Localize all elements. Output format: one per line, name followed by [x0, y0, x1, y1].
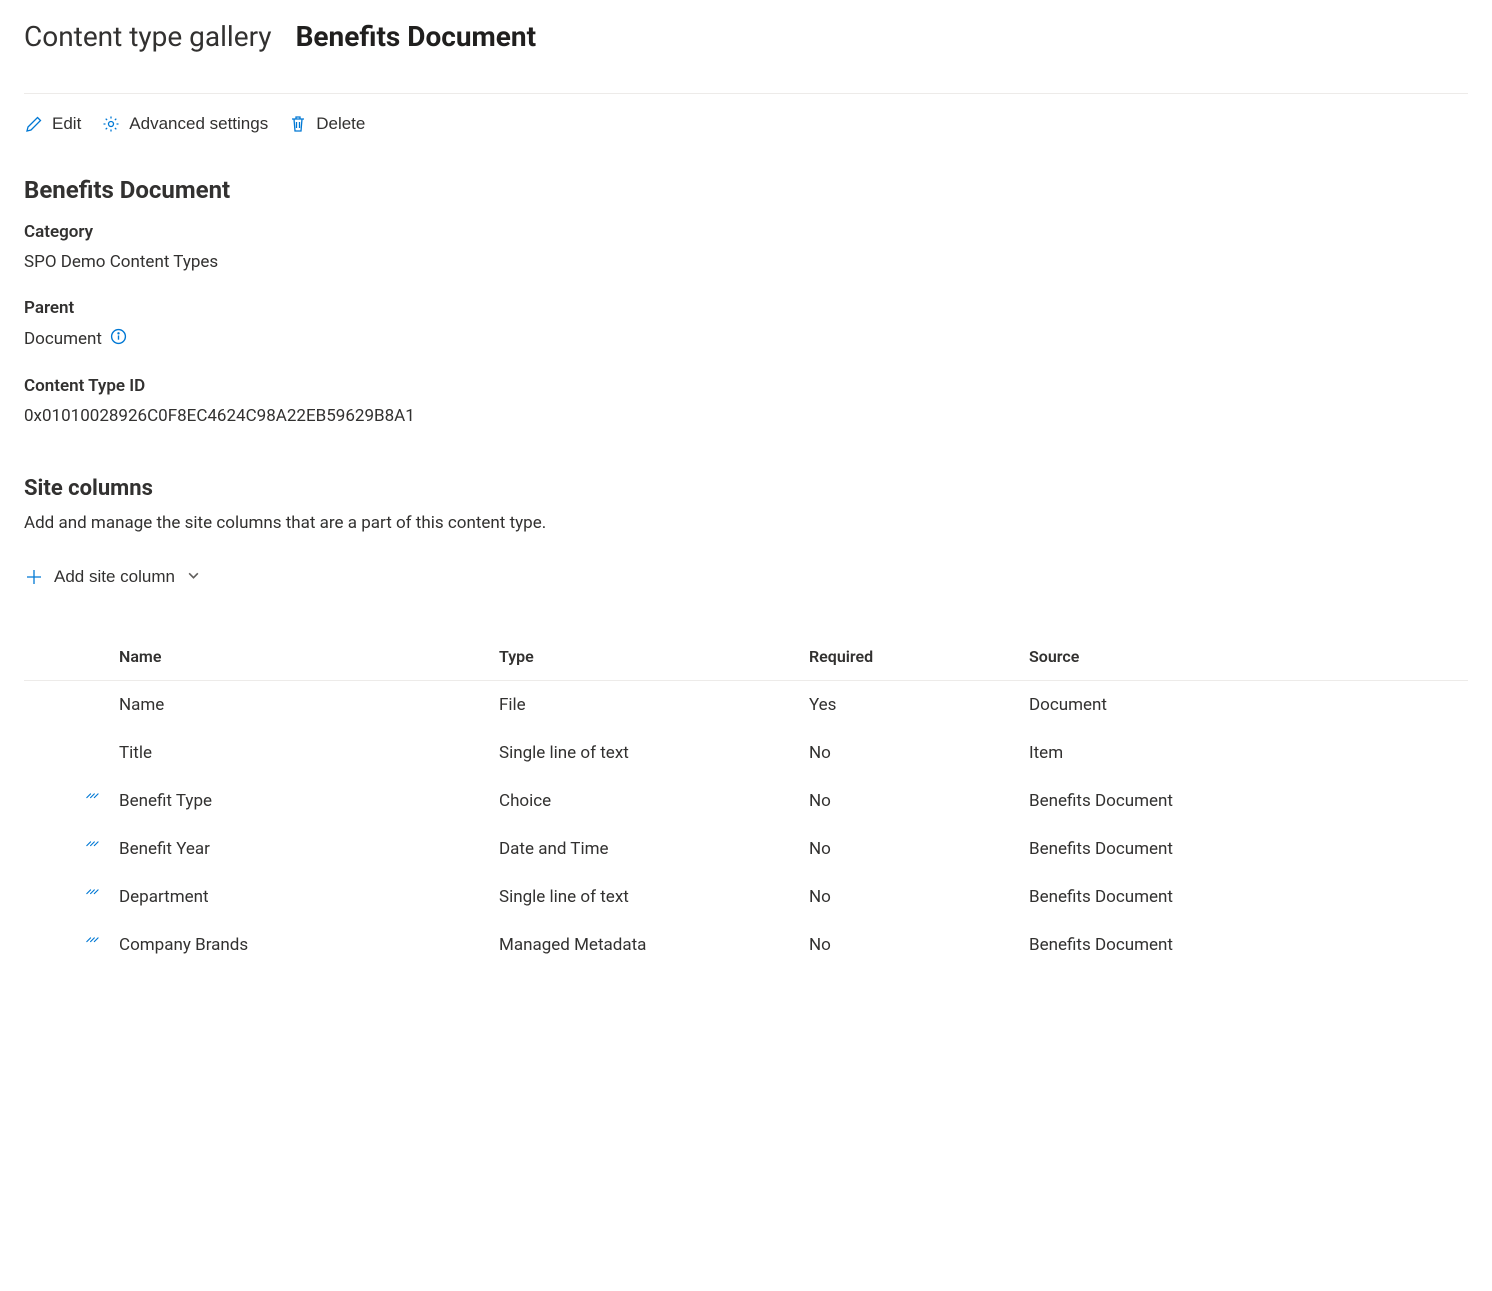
- row-name[interactable]: Benefit Type: [109, 777, 489, 825]
- row-name[interactable]: Department: [109, 873, 489, 921]
- advanced-settings-label: Advanced settings: [129, 114, 268, 134]
- edit-button[interactable]: Edit: [24, 112, 81, 136]
- site-columns-heading: Site columns: [24, 476, 1468, 501]
- column-header-icon: [24, 633, 109, 681]
- parent-value-row: Document: [24, 328, 1468, 350]
- plus-icon: [24, 567, 44, 587]
- breadcrumb: Content type gallery Benefits Document: [24, 20, 1468, 53]
- table-row[interactable]: DepartmentSingle line of textNoBenefits …: [24, 873, 1468, 921]
- breadcrumb-parent-link[interactable]: Content type gallery: [24, 20, 272, 53]
- row-new-indicator: [24, 873, 109, 921]
- column-header-name[interactable]: Name: [109, 633, 489, 681]
- row-new-indicator: [24, 729, 109, 777]
- row-required: Yes: [799, 681, 1019, 730]
- add-site-column-button[interactable]: Add site column: [24, 561, 200, 593]
- delete-label: Delete: [316, 114, 365, 134]
- trash-icon: [288, 114, 308, 134]
- row-required: No: [799, 921, 1019, 969]
- row-new-indicator: [24, 921, 109, 969]
- info-icon[interactable]: [110, 328, 127, 350]
- table-row[interactable]: Company BrandsManaged MetadataNoBenefits…: [24, 921, 1468, 969]
- row-required: No: [799, 825, 1019, 873]
- table-row[interactable]: Benefit YearDate and TimeNoBenefits Docu…: [24, 825, 1468, 873]
- row-name[interactable]: Name: [109, 681, 489, 730]
- table-row[interactable]: Benefit TypeChoiceNoBenefits Document: [24, 777, 1468, 825]
- category-value: SPO Demo Content Types: [24, 252, 1468, 272]
- row-type: Date and Time: [489, 825, 799, 873]
- row-name[interactable]: Title: [109, 729, 489, 777]
- site-columns-table: Name Type Required Source NameFileYesDoc…: [24, 633, 1468, 969]
- content-type-id-value: 0x01010028926C0F8EC4624C98A22EB59629B8A1: [24, 406, 1468, 426]
- row-required: No: [799, 729, 1019, 777]
- row-name[interactable]: Company Brands: [109, 921, 489, 969]
- row-new-indicator: [24, 681, 109, 730]
- parent-label: Parent: [24, 298, 1468, 318]
- breadcrumb-current: Benefits Document: [296, 20, 537, 53]
- column-header-source[interactable]: Source: [1019, 633, 1468, 681]
- row-type: Choice: [489, 777, 799, 825]
- row-source: Benefits Document: [1019, 777, 1468, 825]
- row-new-indicator: [24, 825, 109, 873]
- column-header-required[interactable]: Required: [799, 633, 1019, 681]
- table-row[interactable]: NameFileYesDocument: [24, 681, 1468, 730]
- row-new-indicator: [24, 777, 109, 825]
- row-source: Benefits Document: [1019, 873, 1468, 921]
- new-icon: [84, 840, 99, 855]
- edit-icon: [24, 114, 44, 134]
- parent-value: Document: [24, 329, 102, 349]
- advanced-settings-button[interactable]: Advanced settings: [101, 112, 268, 136]
- gear-icon: [101, 114, 121, 134]
- new-icon: [84, 888, 99, 903]
- new-icon: [84, 792, 99, 807]
- row-source: Benefits Document: [1019, 921, 1468, 969]
- row-type: Single line of text: [489, 729, 799, 777]
- row-type: Managed Metadata: [489, 921, 799, 969]
- edit-label: Edit: [52, 114, 81, 134]
- content-type-id-label: Content Type ID: [24, 376, 1468, 396]
- divider: [24, 93, 1468, 94]
- row-source: Benefits Document: [1019, 825, 1468, 873]
- chevron-down-icon: [187, 567, 200, 587]
- row-source: Item: [1019, 729, 1468, 777]
- row-type: Single line of text: [489, 873, 799, 921]
- table-row[interactable]: TitleSingle line of textNoItem: [24, 729, 1468, 777]
- content-type-name: Benefits Document: [24, 176, 1468, 204]
- row-source: Document: [1019, 681, 1468, 730]
- column-header-type[interactable]: Type: [489, 633, 799, 681]
- site-columns-description: Add and manage the site columns that are…: [24, 513, 1468, 533]
- row-type: File: [489, 681, 799, 730]
- add-site-column-label: Add site column: [54, 567, 175, 587]
- command-bar: Edit Advanced settings Delete: [24, 112, 1468, 136]
- row-required: No: [799, 777, 1019, 825]
- category-label: Category: [24, 222, 1468, 242]
- new-icon: [84, 936, 99, 951]
- row-name[interactable]: Benefit Year: [109, 825, 489, 873]
- delete-button[interactable]: Delete: [288, 112, 365, 136]
- row-required: No: [799, 873, 1019, 921]
